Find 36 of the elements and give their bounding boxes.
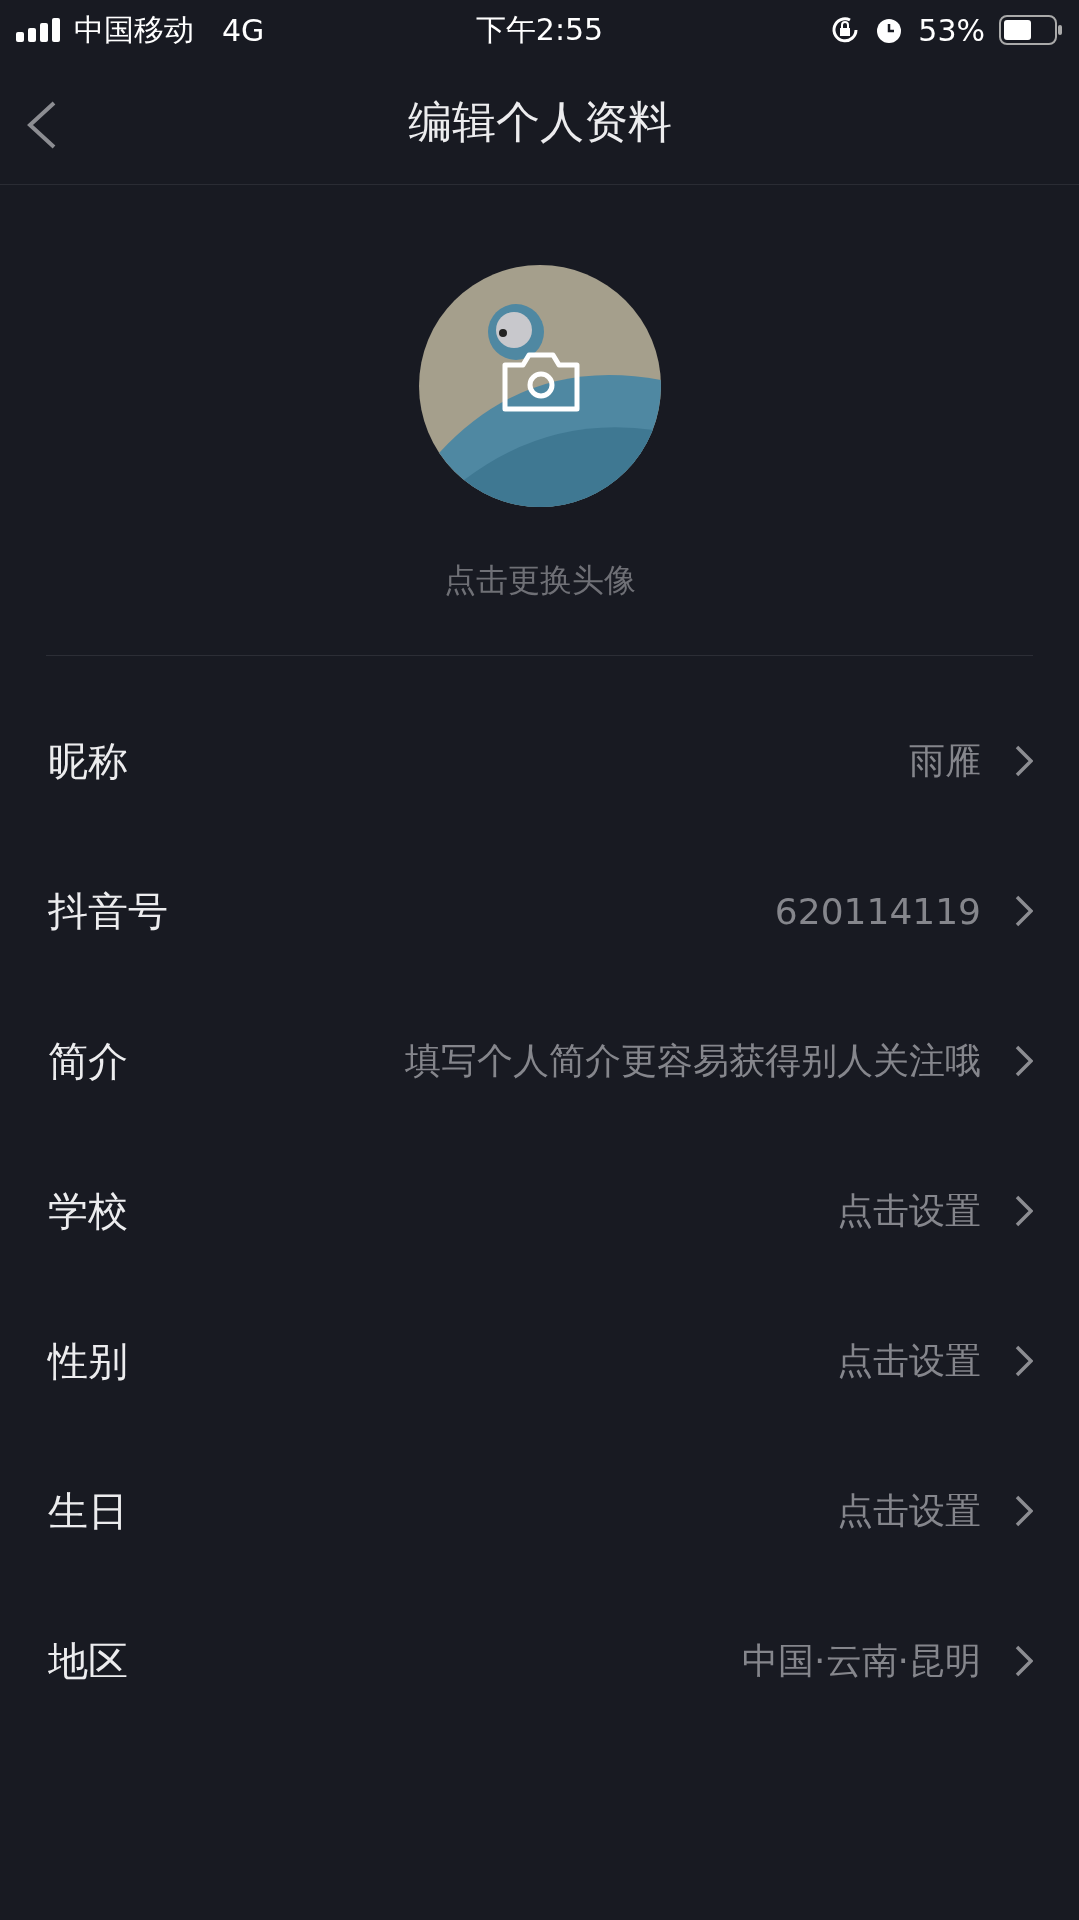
chevron-icon: [1015, 1345, 1033, 1377]
field-value: 620114119: [774, 890, 981, 932]
battery-icon: [999, 15, 1063, 45]
profile-field-row[interactable]: 地区 中国·云南·昆明: [0, 1586, 1079, 1736]
field-value: 填写个人简介更容易获得别人关注哦: [405, 1038, 981, 1083]
field-value: 点击设置: [837, 1338, 981, 1383]
field-value: 点击设置: [837, 1488, 981, 1533]
chevron-icon: [1015, 895, 1033, 927]
creature-eye-drawing: [487, 304, 544, 360]
chevron-icon: [1015, 1195, 1033, 1227]
profile-field-row[interactable]: 性别 点击设置: [0, 1286, 1079, 1436]
field-label: 地区: [48, 1636, 128, 1686]
profile-field-row[interactable]: 学校 点击设置: [0, 1136, 1079, 1286]
field-label: 抖音号: [48, 886, 168, 936]
field-label: 学校: [48, 1186, 128, 1236]
profile-field-row[interactable]: 抖音号 620114119: [0, 836, 1079, 986]
chevron-icon: [1015, 1045, 1033, 1077]
clock-time: 下午2:55: [475, 11, 604, 47]
profile-field-row[interactable]: 生日 点击设置: [0, 1436, 1079, 1586]
carrier-name: 中国移动: [74, 10, 194, 49]
field-label: 生日: [48, 1486, 128, 1536]
battery-percent: 53%: [918, 12, 985, 48]
change-avatar-hint[interactable]: 点击更换头像: [443, 559, 636, 603]
chevron-icon: [1015, 745, 1033, 777]
network-type: 4G: [222, 12, 265, 48]
page-title: 编辑个人资料: [407, 94, 672, 149]
field-value: 中国·云南·昆明: [742, 1638, 981, 1683]
profile-field-row[interactable]: 昵称 雨雁: [0, 686, 1079, 836]
field-label: 昵称: [48, 736, 128, 786]
field-label: 简介: [48, 1036, 128, 1086]
field-value: 点击设置: [837, 1188, 981, 1233]
chevron-icon: [1015, 1495, 1033, 1527]
profile-field-row[interactable]: 简介 填写个人简介更容易获得别人关注哦: [0, 986, 1079, 1136]
field-value: 雨雁: [909, 738, 981, 783]
chevron-icon: [1015, 1645, 1033, 1677]
field-label: 性别: [48, 1336, 128, 1386]
